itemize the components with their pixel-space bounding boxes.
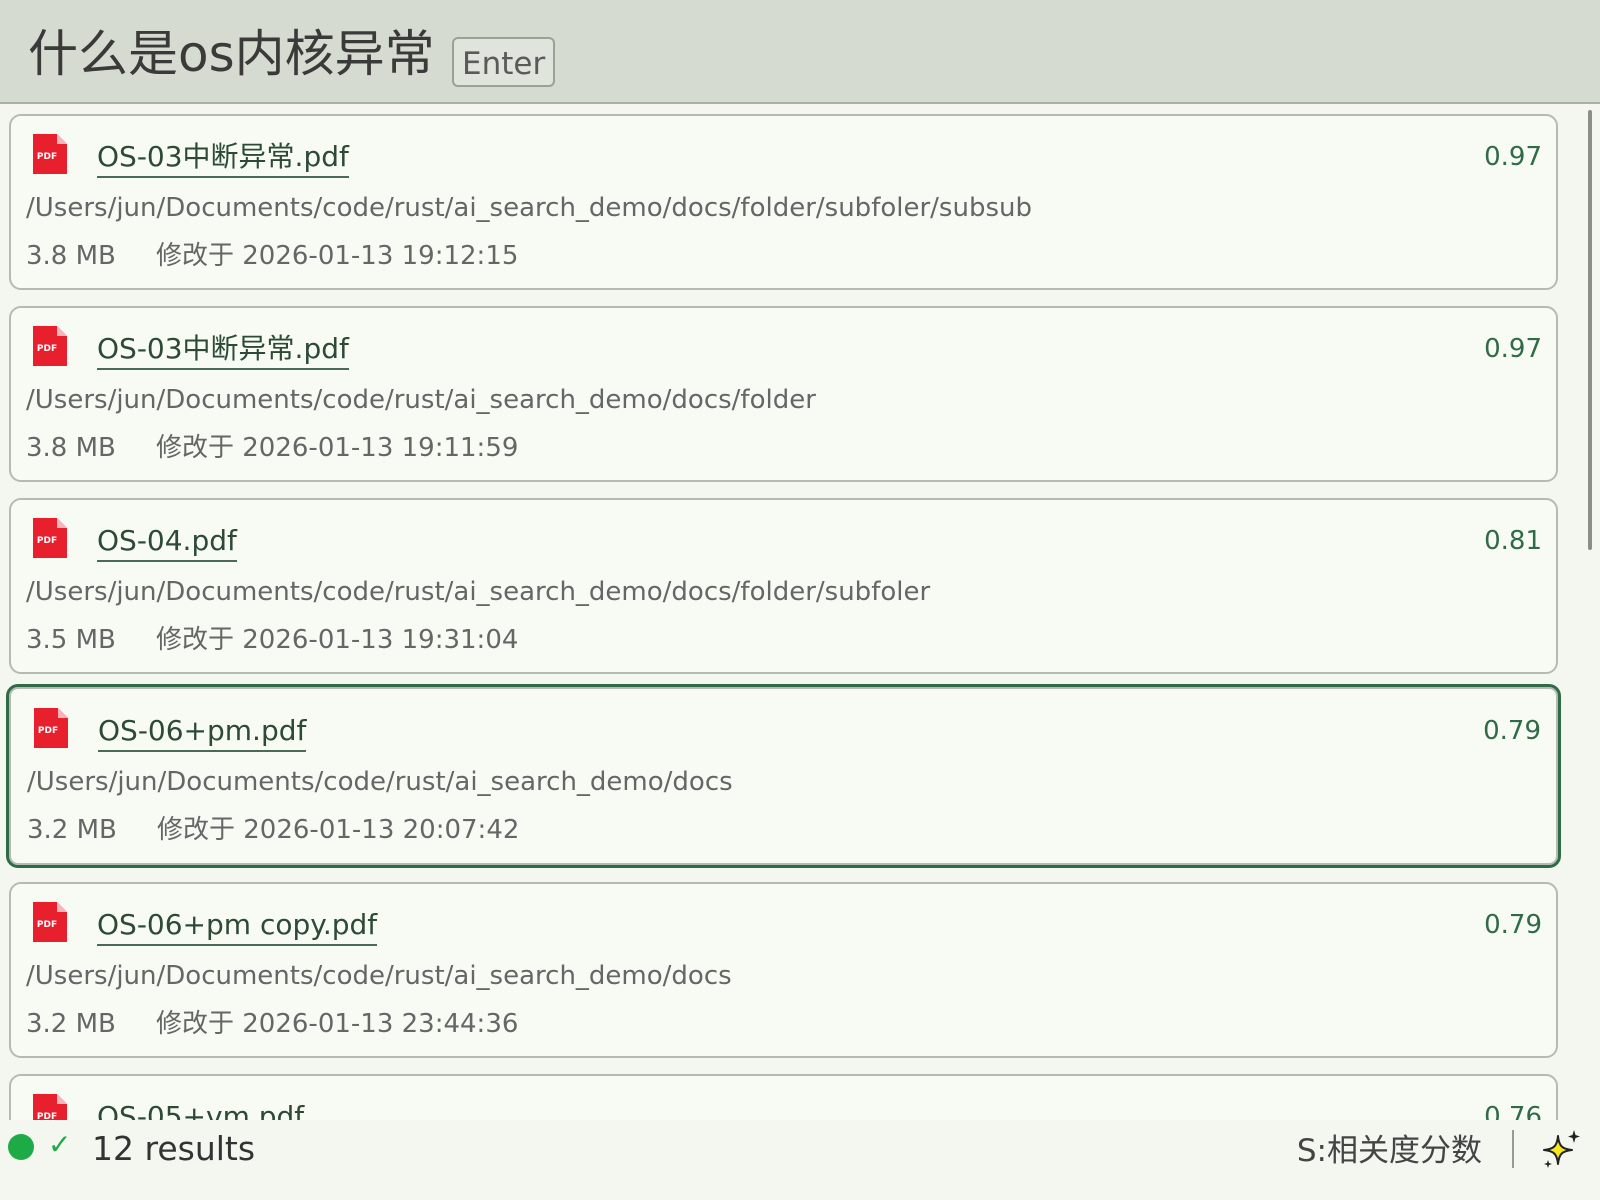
file-path: /Users/jun/Documents/code/rust/ai_search… xyxy=(26,961,732,991)
file-size: 3.2 MB xyxy=(26,1009,116,1039)
file-size: 3.8 MB xyxy=(26,241,116,271)
pdf-icon: PDF xyxy=(33,134,67,174)
file-meta: 3.2 MB 修改于 2026-01-13 20:07:42 xyxy=(27,812,519,848)
file-path: /Users/jun/Documents/code/rust/ai_search… xyxy=(26,193,1032,223)
results-list[interactable]: PDF OS-03中断异常.pdf 0.97 /Users/jun/Docume… xyxy=(0,104,1600,1120)
file-name-link[interactable]: OS-06+pm copy.pdf xyxy=(97,906,378,946)
result-card[interactable]: PDF OS-06+pm copy.pdf 0.79 /Users/jun/Do… xyxy=(9,882,1558,1058)
modified-time: 修改于 2026-01-13 19:31:04 xyxy=(156,625,519,655)
pdf-icon-label: PDF xyxy=(38,726,58,736)
file-size: 3.8 MB xyxy=(26,433,116,463)
pdf-icon: PDF xyxy=(33,902,67,942)
status-dot-icon xyxy=(8,1134,34,1160)
file-path: /Users/jun/Documents/code/rust/ai_search… xyxy=(27,767,733,797)
file-meta: 3.8 MB 修改于 2026-01-13 19:11:59 xyxy=(26,430,518,466)
scrollbar[interactable] xyxy=(1588,110,1592,550)
relevance-score: 0.79 xyxy=(1483,716,1541,746)
pdf-icon: PDF xyxy=(34,708,68,748)
file-meta: 3.8 MB 修改于 2026-01-13 19:12:15 xyxy=(26,238,518,274)
results-count: 12 results xyxy=(92,1129,256,1168)
file-name-link[interactable]: OS-03中断异常.pdf xyxy=(97,138,349,178)
search-query[interactable]: 什么是os内核异常 xyxy=(28,22,435,86)
result-card[interactable]: PDF OS-04.pdf 0.81 /Users/jun/Documents/… xyxy=(9,498,1558,674)
file-name-link[interactable]: OS-04.pdf xyxy=(97,522,237,562)
file-meta: 3.5 MB 修改于 2026-01-13 19:31:04 xyxy=(26,622,518,658)
file-name-link[interactable]: OS-05+vm.pdf xyxy=(97,1098,304,1120)
file-name-link[interactable]: OS-06+pm.pdf xyxy=(98,712,307,752)
modified-time: 修改于 2026-01-13 20:07:42 xyxy=(157,815,520,845)
divider xyxy=(1512,1130,1514,1168)
status-bar: ✓ 12 results S:相关度分数 xyxy=(0,1120,1600,1200)
result-card[interactable]: PDF OS-03中断异常.pdf 0.97 /Users/jun/Docume… xyxy=(9,306,1558,482)
file-path: /Users/jun/Documents/code/rust/ai_search… xyxy=(26,385,816,415)
relevance-score: 0.97 xyxy=(1484,142,1542,172)
pdf-icon-label: PDF xyxy=(37,536,57,546)
pdf-icon-label: PDF xyxy=(37,344,57,354)
relevance-score: 0.97 xyxy=(1484,334,1542,364)
sparkle-icon[interactable] xyxy=(1540,1128,1584,1172)
file-name-link[interactable]: OS-03中断异常.pdf xyxy=(97,330,349,370)
search-header: 什么是os内核异常 Enter xyxy=(0,0,1600,104)
pdf-icon: PDF xyxy=(33,1094,67,1120)
modified-time: 修改于 2026-01-13 19:11:59 xyxy=(156,433,519,463)
result-card[interactable]: PDF OS-03中断异常.pdf 0.97 /Users/jun/Docume… xyxy=(9,114,1558,290)
relevance-score: 0.79 xyxy=(1484,910,1542,940)
pdf-icon-label: PDF xyxy=(37,1112,57,1120)
file-size: 3.2 MB xyxy=(27,815,117,845)
check-icon: ✓ xyxy=(48,1128,72,1161)
pdf-icon-label: PDF xyxy=(37,152,57,162)
result-card-selected[interactable]: PDF OS-06+pm.pdf 0.79 /Users/jun/Documen… xyxy=(6,684,1561,868)
relevance-score: 0.81 xyxy=(1484,526,1542,556)
pdf-icon-label: PDF xyxy=(37,920,57,930)
pdf-icon: PDF xyxy=(33,326,67,366)
file-size: 3.5 MB xyxy=(26,625,116,655)
sort-mode-label[interactable]: S:相关度分数 xyxy=(1297,1130,1482,1172)
enter-key-hint[interactable]: Enter xyxy=(452,37,556,87)
pdf-icon: PDF xyxy=(33,518,67,558)
result-card[interactable]: PDF OS-05+vm.pdf 0.76 xyxy=(9,1074,1558,1120)
modified-time: 修改于 2026-01-13 23:44:36 xyxy=(156,1009,519,1039)
file-meta: 3.2 MB 修改于 2026-01-13 23:44:36 xyxy=(26,1006,518,1042)
relevance-score: 0.76 xyxy=(1484,1102,1542,1120)
modified-time: 修改于 2026-01-13 19:12:15 xyxy=(156,241,519,271)
file-path: /Users/jun/Documents/code/rust/ai_search… xyxy=(26,577,931,607)
